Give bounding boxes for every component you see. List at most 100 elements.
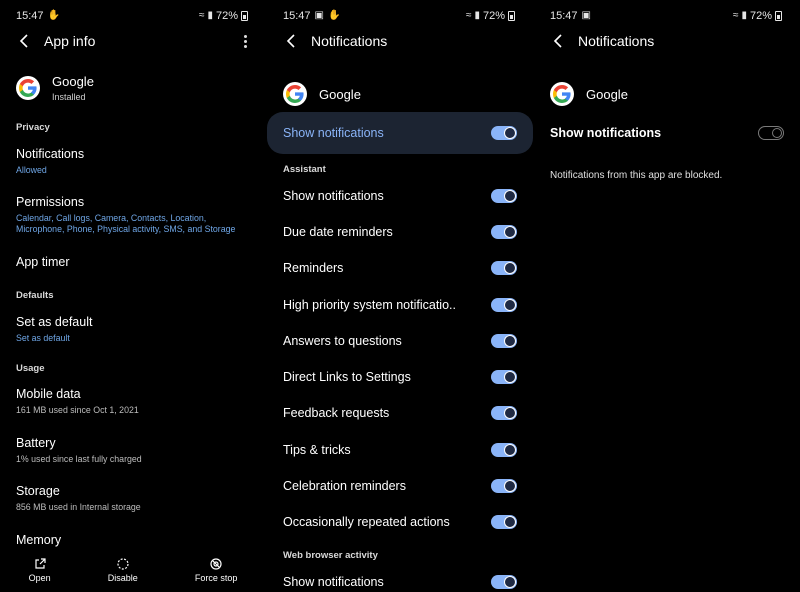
list-item[interactable]: Feedback requests — [283, 402, 517, 424]
wifi-icon: ≈ — [732, 10, 739, 21]
status-time: 15:47 — [16, 10, 44, 22]
battery-percent: 72% — [215, 10, 238, 22]
status-bar: 15:47 ▣ ≈ ▮ 72% — [550, 9, 782, 23]
section-web-browser-activity: Web browser activity — [283, 550, 378, 561]
hand-icon: ✋ — [327, 10, 341, 21]
screens: 15:47 ✋ ≈ ▮ 72% App info Google Installe… — [0, 0, 800, 592]
google-logo-icon — [283, 82, 307, 106]
toggle-switch[interactable] — [491, 575, 517, 589]
page-title: Notifications — [578, 33, 655, 49]
list-item-label: High priority system notificatio.. — [283, 298, 456, 312]
set-default-item[interactable]: Set as default Set as default — [16, 315, 250, 344]
toggle-switch[interactable] — [491, 479, 517, 493]
section-privacy: Privacy — [16, 122, 50, 133]
disable-button[interactable]: Disable — [108, 557, 138, 583]
back-button[interactable] — [550, 33, 566, 49]
toggle-switch[interactable] — [491, 370, 517, 384]
list-item[interactable]: Answers to questions — [283, 330, 517, 352]
memory-item[interactable]: Memory — [16, 533, 250, 547]
app-name: Google — [319, 86, 361, 102]
notifications-status: Allowed — [16, 165, 47, 175]
more-options-button[interactable] — [240, 34, 250, 48]
toggle-switch[interactable] — [491, 189, 517, 203]
list-item[interactable]: Reminders — [283, 257, 517, 279]
show-notifications-toggle[interactable] — [758, 126, 784, 140]
image-icon: ▣ — [314, 10, 324, 21]
status-time: 15:47 — [550, 10, 578, 22]
back-button[interactable] — [283, 33, 299, 49]
notifications-screen-blocked: 15:47 ▣ ≈ ▮ 72% Notifications Google Sho… — [534, 0, 800, 592]
list-item-label: Celebration reminders — [283, 479, 406, 493]
battery-sub: 1% used since last fully charged — [16, 454, 142, 464]
set-default-sub: Set as default — [16, 333, 70, 343]
battery-item[interactable]: Battery 1% used since last fully charged — [16, 436, 250, 465]
mobile-data-item[interactable]: Mobile data 161 MB used since Oct 1, 202… — [16, 387, 250, 416]
list-item[interactable]: Tips & tricks — [283, 439, 517, 461]
app-name: Google — [52, 74, 94, 89]
battery-percent: 72% — [482, 10, 505, 22]
list-item-label: Feedback requests — [283, 406, 390, 420]
show-notifications-label: Show notifications — [283, 126, 384, 140]
toggle-switch[interactable] — [491, 261, 517, 275]
storage-item[interactable]: Storage 856 MB used in Internal storage — [16, 484, 250, 513]
toggle-switch[interactable] — [491, 298, 517, 312]
open-button[interactable]: Open — [28, 557, 51, 583]
status-bar: 15:47 ✋ ≈ ▮ 72% — [16, 9, 248, 23]
chevron-left-icon — [19, 34, 28, 48]
wifi-icon: ≈ — [198, 10, 205, 21]
toggle-switch[interactable] — [491, 225, 517, 239]
permissions-list: Calendar, Call logs, Camera, Contacts, L… — [16, 213, 236, 234]
set-default-title: Set as default — [16, 315, 93, 329]
image-icon: ▣ — [581, 10, 591, 21]
show-notifications-label: Show notifications — [550, 126, 662, 140]
notifications-item[interactable]: Notifications Allowed — [16, 147, 250, 176]
app-timer-item[interactable]: App timer — [16, 255, 250, 269]
toggle-switch[interactable] — [491, 443, 517, 457]
back-button[interactable] — [16, 33, 32, 49]
status-bar: 15:47 ▣ ✋ ≈ ▮ 72% — [283, 9, 515, 23]
list-item[interactable]: Due date reminders — [283, 221, 517, 243]
list-item[interactable]: Occasionally repeated actions — [283, 511, 517, 533]
wifi-icon: ≈ — [465, 10, 472, 21]
status-time: 15:47 — [283, 10, 311, 22]
page-title: Notifications — [311, 33, 388, 49]
list-item-label: Show notifications — [283, 189, 384, 203]
disable-icon — [117, 557, 129, 570]
battery-title: Battery — [16, 436, 56, 450]
permissions-item[interactable]: Permissions Calendar, Call logs, Camera,… — [16, 195, 250, 235]
open-label: Open — [28, 572, 51, 583]
storage-title: Storage — [16, 484, 60, 498]
list-item-label: Due date reminders — [283, 225, 393, 239]
app-info-screen: 15:47 ✋ ≈ ▮ 72% App info Google Installe… — [0, 0, 266, 592]
app-header: Google — [283, 82, 361, 106]
list-item[interactable]: Direct Links to Settings — [283, 366, 517, 388]
signal-icon: ▮ — [207, 10, 213, 21]
list-item-label: Answers to questions — [283, 334, 402, 348]
toggle-switch[interactable] — [491, 406, 517, 420]
mobile-data-sub: 161 MB used since Oct 1, 2021 — [16, 405, 139, 415]
list-item[interactable]: High priority system notificatio.. — [283, 294, 517, 316]
force-stop-button[interactable]: Force stop — [194, 557, 238, 583]
battery-icon — [508, 11, 515, 21]
toggle-switch[interactable] — [491, 515, 517, 529]
list-item-label: Occasionally repeated actions — [283, 515, 450, 529]
list-item[interactable]: Celebration reminders — [283, 475, 517, 497]
force-stop-label: Force stop — [194, 572, 238, 583]
app-header: Google — [550, 82, 628, 106]
section-defaults: Defaults — [16, 290, 54, 301]
toggle-switch[interactable] — [491, 334, 517, 348]
show-notifications-master-row[interactable]: Show notifications — [267, 112, 533, 154]
blocked-message: Notifications from this app are blocked. — [550, 170, 723, 181]
chevron-left-icon — [553, 34, 562, 48]
app-install-status: Installed — [52, 92, 86, 102]
battery-icon — [775, 11, 782, 21]
app-name: Google — [586, 86, 628, 102]
list-item[interactable]: Show notifications — [283, 571, 517, 592]
list-item-label: Reminders — [283, 261, 344, 275]
google-logo-icon — [16, 76, 40, 100]
app-timer-title: App timer — [16, 255, 70, 269]
google-logo-icon — [550, 82, 574, 106]
show-notifications-master-row[interactable]: Show notifications — [550, 122, 784, 144]
show-notifications-toggle[interactable] — [491, 126, 517, 140]
list-item[interactable]: Show notifications — [283, 185, 517, 207]
